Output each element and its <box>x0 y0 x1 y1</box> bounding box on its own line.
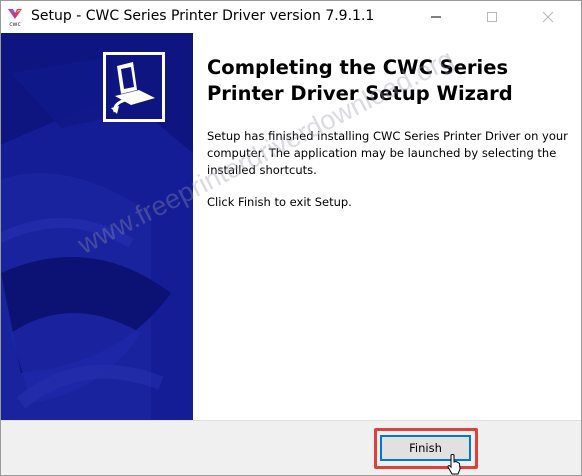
wizard-footer: Finish <box>1 420 581 475</box>
close-button[interactable] <box>525 1 571 33</box>
maximize-icon <box>487 12 497 22</box>
minimize-icon <box>431 16 441 18</box>
wizard-sidebar-image <box>1 33 193 420</box>
setup-logo <box>103 52 165 160</box>
close-icon <box>542 11 554 23</box>
installer-computer-icon <box>103 52 165 122</box>
minimize-button[interactable] <box>413 1 459 33</box>
hand-cursor-icon <box>447 454 461 475</box>
window-title: Setup - CWC Series Printer Driver versio… <box>31 8 375 24</box>
title-bar[interactable]: cwc Setup - CWC Series Printer Driver ve… <box>1 1 581 33</box>
svg-text:cwc: cwc <box>9 21 21 27</box>
maximize-button[interactable] <box>469 1 515 33</box>
completion-message: Setup has finished installing CWC Series… <box>207 129 568 177</box>
exit-instruction: Click Finish to exit Setup. <box>207 195 352 209</box>
wizard-content: Completing the CWC Series Printer Driver… <box>193 33 581 420</box>
setup-window: cwc Setup - CWC Series Printer Driver ve… <box>0 0 582 476</box>
page-title: Completing the CWC Series Printer Driver… <box>207 56 513 105</box>
cwc-printer-icon: cwc <box>8 9 22 27</box>
